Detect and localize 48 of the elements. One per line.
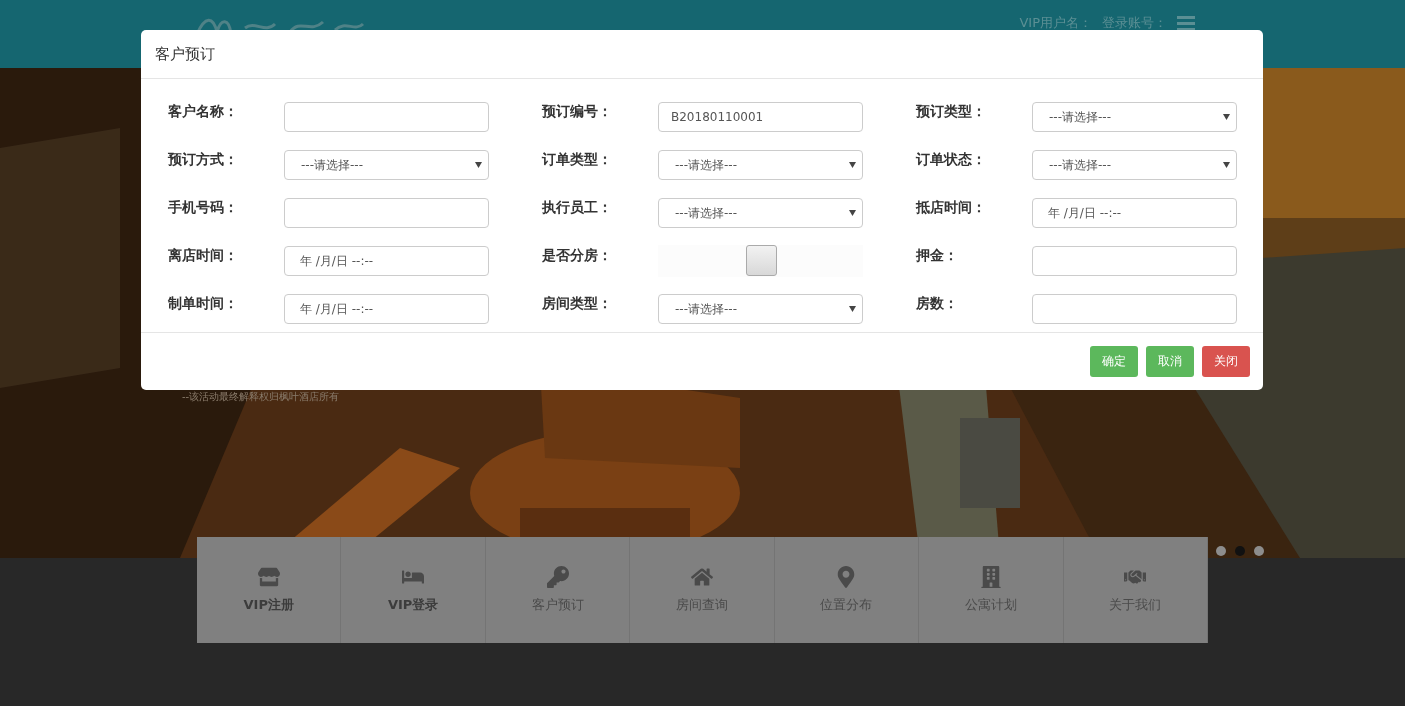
caret-icon <box>849 210 856 216</box>
field-label: 房间类型： <box>542 295 613 313</box>
field-label: 手机号码： <box>168 199 239 217</box>
caret-icon <box>849 306 856 312</box>
field-label: 预订编号： <box>542 103 613 121</box>
text-field[interactable] <box>284 102 489 132</box>
field-label: 预订方式： <box>168 151 239 169</box>
dropdown[interactable]: ---请选择--- <box>284 150 489 180</box>
text-field[interactable] <box>284 198 489 228</box>
field-label: 执行员工： <box>542 199 613 217</box>
field-label: 订单类型： <box>542 151 613 169</box>
text-field[interactable] <box>1032 246 1237 276</box>
dropdown[interactable]: ---请选择--- <box>1032 102 1237 132</box>
switch-thumb[interactable] <box>745 245 777 276</box>
field-label: 房数： <box>916 295 959 313</box>
carousel-dot[interactable] <box>1216 546 1226 556</box>
field-label: 押金： <box>916 247 959 265</box>
shop-icon <box>257 566 280 588</box>
field-label: 是否分房： <box>542 247 613 265</box>
date-field[interactable]: 年 /月/日 --:-- <box>1032 198 1237 228</box>
carousel-dot[interactable] <box>1254 546 1264 556</box>
carousel-dot[interactable] <box>1235 546 1245 556</box>
field-label: 离店时间： <box>168 247 239 265</box>
field-label: 客户名称： <box>168 103 239 121</box>
text-field[interactable] <box>1032 294 1237 324</box>
dialog-title: 客户预订 <box>155 44 215 64</box>
key-icon <box>546 566 569 588</box>
house-icon <box>691 566 713 588</box>
date-field[interactable]: 年 /月/日 --:-- <box>284 294 489 324</box>
date-field[interactable]: 年 /月/日 --:-- <box>284 246 489 276</box>
field-label: 抵店时间： <box>916 199 987 217</box>
close-button[interactable]: 关闭 <box>1202 346 1250 377</box>
caret-icon <box>475 162 482 168</box>
caret-icon <box>1223 162 1230 168</box>
login-account-label: 登录账号： <box>1102 14 1167 32</box>
building-icon <box>979 566 1002 588</box>
text-field[interactable]: B20180110001 <box>658 102 863 132</box>
caption-text: --该活动最终解释权归枫叶酒店所有 <box>182 390 340 404</box>
field-label: 制单时间： <box>168 295 239 313</box>
vip-username-label: VIP用户名： <box>1019 14 1092 32</box>
caret-icon <box>1223 114 1230 120</box>
field-label: 订单状态： <box>916 151 987 169</box>
caret-icon <box>849 162 856 168</box>
field-label: 预订类型： <box>916 103 987 121</box>
dropdown[interactable]: ---请选择--- <box>1032 150 1237 180</box>
dropdown[interactable]: ---请选择--- <box>658 150 863 180</box>
dropdown[interactable]: ---请选择--- <box>658 294 863 324</box>
dropdown[interactable]: ---请选择--- <box>658 198 863 228</box>
